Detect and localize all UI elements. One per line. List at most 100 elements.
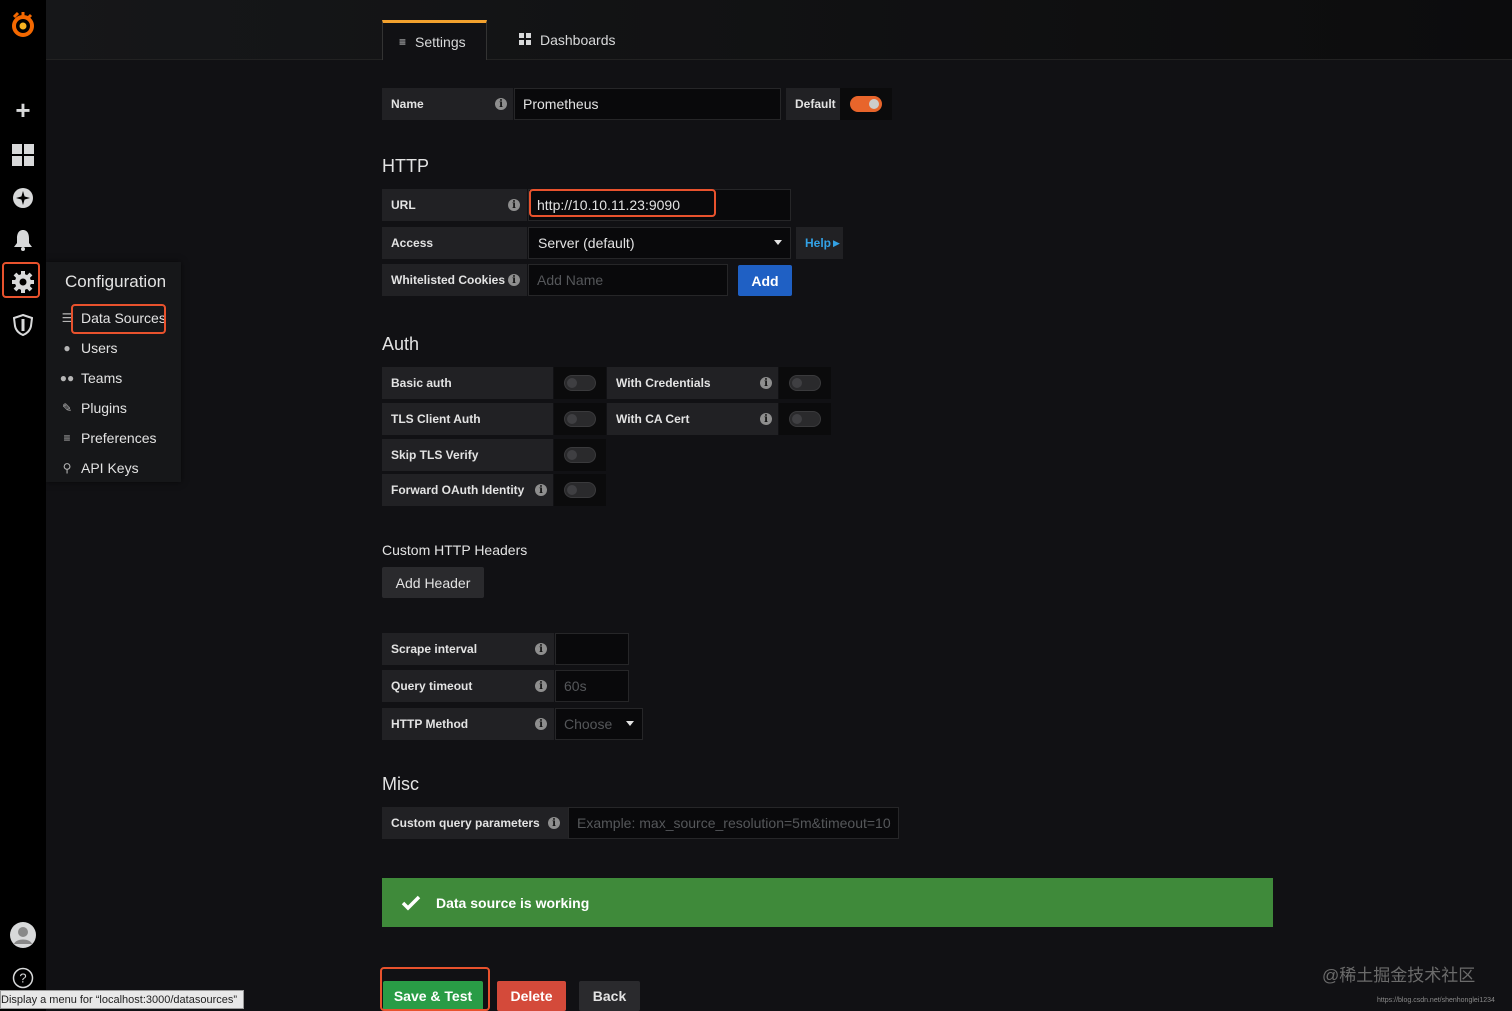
with-ca-cert-label: With CA Cert <box>607 403 778 435</box>
save-test-highlight <box>380 967 490 1011</box>
basic-auth-toggle[interactable] <box>554 367 606 399</box>
tls-client-auth-label: TLS Client Auth <box>382 403 553 435</box>
plug-icon: ✎ <box>61 401 73 415</box>
with-ca-cert-toggle[interactable] <box>779 403 831 435</box>
help-link[interactable]: Help ▶ <box>796 227 843 259</box>
skip-tls-label: Skip TLS Verify <box>382 439 553 471</box>
explore-icon[interactable] <box>0 178 46 218</box>
default-switch[interactable] <box>850 96 882 112</box>
query-timeout-text: Query timeout <box>391 679 473 693</box>
avatar[interactable] <box>0 915 46 955</box>
info-icon[interactable]: i <box>760 413 772 425</box>
with-credentials-text: With Credentials <box>616 376 711 390</box>
scrape-interval-input[interactable] <box>555 633 629 665</box>
http-section-title: HTTP <box>382 156 429 176</box>
menu-item-preferences[interactable]: ≡ Preferences <box>56 425 176 451</box>
name-input[interactable]: Prometheus <box>514 88 781 120</box>
info-icon[interactable]: i <box>535 484 547 496</box>
sidebar: + ? <box>0 0 46 1011</box>
tab-settings[interactable]: ≡ Settings <box>382 20 487 60</box>
menu-item-plugins[interactable]: ✎ Plugins <box>56 395 176 421</box>
gear-highlight <box>2 262 40 298</box>
custom-headers-title: Custom HTTP Headers <box>382 542 528 558</box>
tab-label: Dashboards <box>540 32 616 48</box>
name-label: Name <box>382 88 513 120</box>
menu-item-label: API Keys <box>81 460 139 476</box>
scrape-interval-label: Scrape interval <box>382 633 554 665</box>
default-toggle[interactable] <box>840 88 892 120</box>
with-credentials-toggle[interactable] <box>779 367 831 399</box>
custom-query-input[interactable]: Example: max_source_resolution=5m&timeou… <box>568 807 899 839</box>
browser-status-bar: Display a menu for “localhost:3000/datas… <box>0 990 245 1009</box>
user-icon: ● <box>63 341 71 355</box>
back-button[interactable]: Back <box>579 981 640 1011</box>
tab-label: Settings <box>415 33 466 50</box>
sliders-icon: ≡ <box>63 431 71 445</box>
info-icon[interactable]: i <box>508 274 520 286</box>
page-header <box>46 0 1512 60</box>
chevron-down-icon <box>626 721 634 726</box>
success-alert: Data source is working <box>382 878 1273 927</box>
shield-icon[interactable] <box>0 305 46 345</box>
custom-query-text: Custom query parameters <box>391 816 540 830</box>
sliders-icon: ≡ <box>399 34 407 49</box>
grafana-logo[interactable] <box>0 4 46 46</box>
with-ca-cert-switch[interactable] <box>789 411 821 427</box>
check-icon <box>401 895 421 910</box>
info-icon[interactable]: i <box>548 817 560 829</box>
skip-tls-text: Skip TLS Verify <box>391 448 479 462</box>
with-credentials-switch[interactable] <box>789 375 821 391</box>
query-timeout-input[interactable]: 60s <box>555 670 629 702</box>
info-icon[interactable]: i <box>508 199 520 211</box>
watermark: @稀土掘金技术社区 <box>1322 966 1476 985</box>
menu-item-label: Teams <box>81 370 123 386</box>
with-ca-cert-text: With CA Cert <box>616 412 690 426</box>
url-label: URL <box>382 189 527 221</box>
url-highlight <box>529 189 716 217</box>
tls-client-auth-toggle[interactable] <box>554 403 606 435</box>
delete-button[interactable]: Delete <box>497 981 566 1011</box>
url-label-text: URL <box>391 198 416 212</box>
scrape-interval-text: Scrape interval <box>391 642 478 656</box>
info-icon[interactable]: i <box>495 98 507 110</box>
info-icon[interactable]: i <box>535 643 547 655</box>
info-icon[interactable]: i <box>760 377 772 389</box>
forward-oauth-toggle[interactable] <box>554 474 606 506</box>
caret-right-icon: ▶ <box>833 237 840 248</box>
menu-item-label: Preferences <box>81 430 157 446</box>
alert-text: Data source is working <box>436 894 590 911</box>
basic-auth-text: Basic auth <box>391 376 452 390</box>
basic-auth-switch[interactable] <box>564 375 596 391</box>
cookies-label: Whitelisted Cookies <box>382 264 527 296</box>
menu-item-users[interactable]: ● Users <box>56 335 176 361</box>
help-label: Help <box>805 236 832 250</box>
http-method-label: HTTP Method <box>382 708 554 740</box>
tab-dashboards[interactable]: Dashboards <box>503 20 632 60</box>
info-icon[interactable]: i <box>535 680 547 692</box>
configuration-menu: Configuration ☰ Data Sources ● Users ●● … <box>46 262 181 482</box>
access-select[interactable]: Server (default) <box>528 227 791 259</box>
add-cookie-button[interactable]: Add <box>738 265 792 296</box>
misc-section-title: Misc <box>382 774 419 794</box>
data-sources-highlight <box>71 304 166 334</box>
http-method-text: HTTP Method <box>391 717 469 731</box>
skip-tls-switch[interactable] <box>564 447 596 463</box>
chevron-down-icon <box>774 240 782 245</box>
cookies-input[interactable]: Add Name <box>528 264 728 296</box>
tls-client-auth-switch[interactable] <box>564 411 596 427</box>
with-credentials-label: With Credentials <box>607 367 778 399</box>
menu-item-label: Plugins <box>81 400 127 416</box>
add-header-button[interactable]: Add Header <box>382 567 484 598</box>
forward-oauth-switch[interactable] <box>564 482 596 498</box>
plus-icon[interactable]: + <box>0 90 46 130</box>
cookies-label-text: Whitelisted Cookies <box>391 273 506 287</box>
dashboards-icon[interactable] <box>0 135 46 175</box>
info-icon[interactable]: i <box>535 718 547 730</box>
skip-tls-toggle[interactable] <box>554 439 606 471</box>
forward-oauth-text: Forward OAuth Identity <box>391 483 525 497</box>
bell-icon[interactable] <box>0 220 46 260</box>
key-icon: ⚲ <box>62 461 72 475</box>
users-icon: ●● <box>59 371 75 385</box>
menu-item-api-keys[interactable]: ⚲ API Keys <box>56 455 176 481</box>
menu-item-teams[interactable]: ●● Teams <box>56 365 176 391</box>
